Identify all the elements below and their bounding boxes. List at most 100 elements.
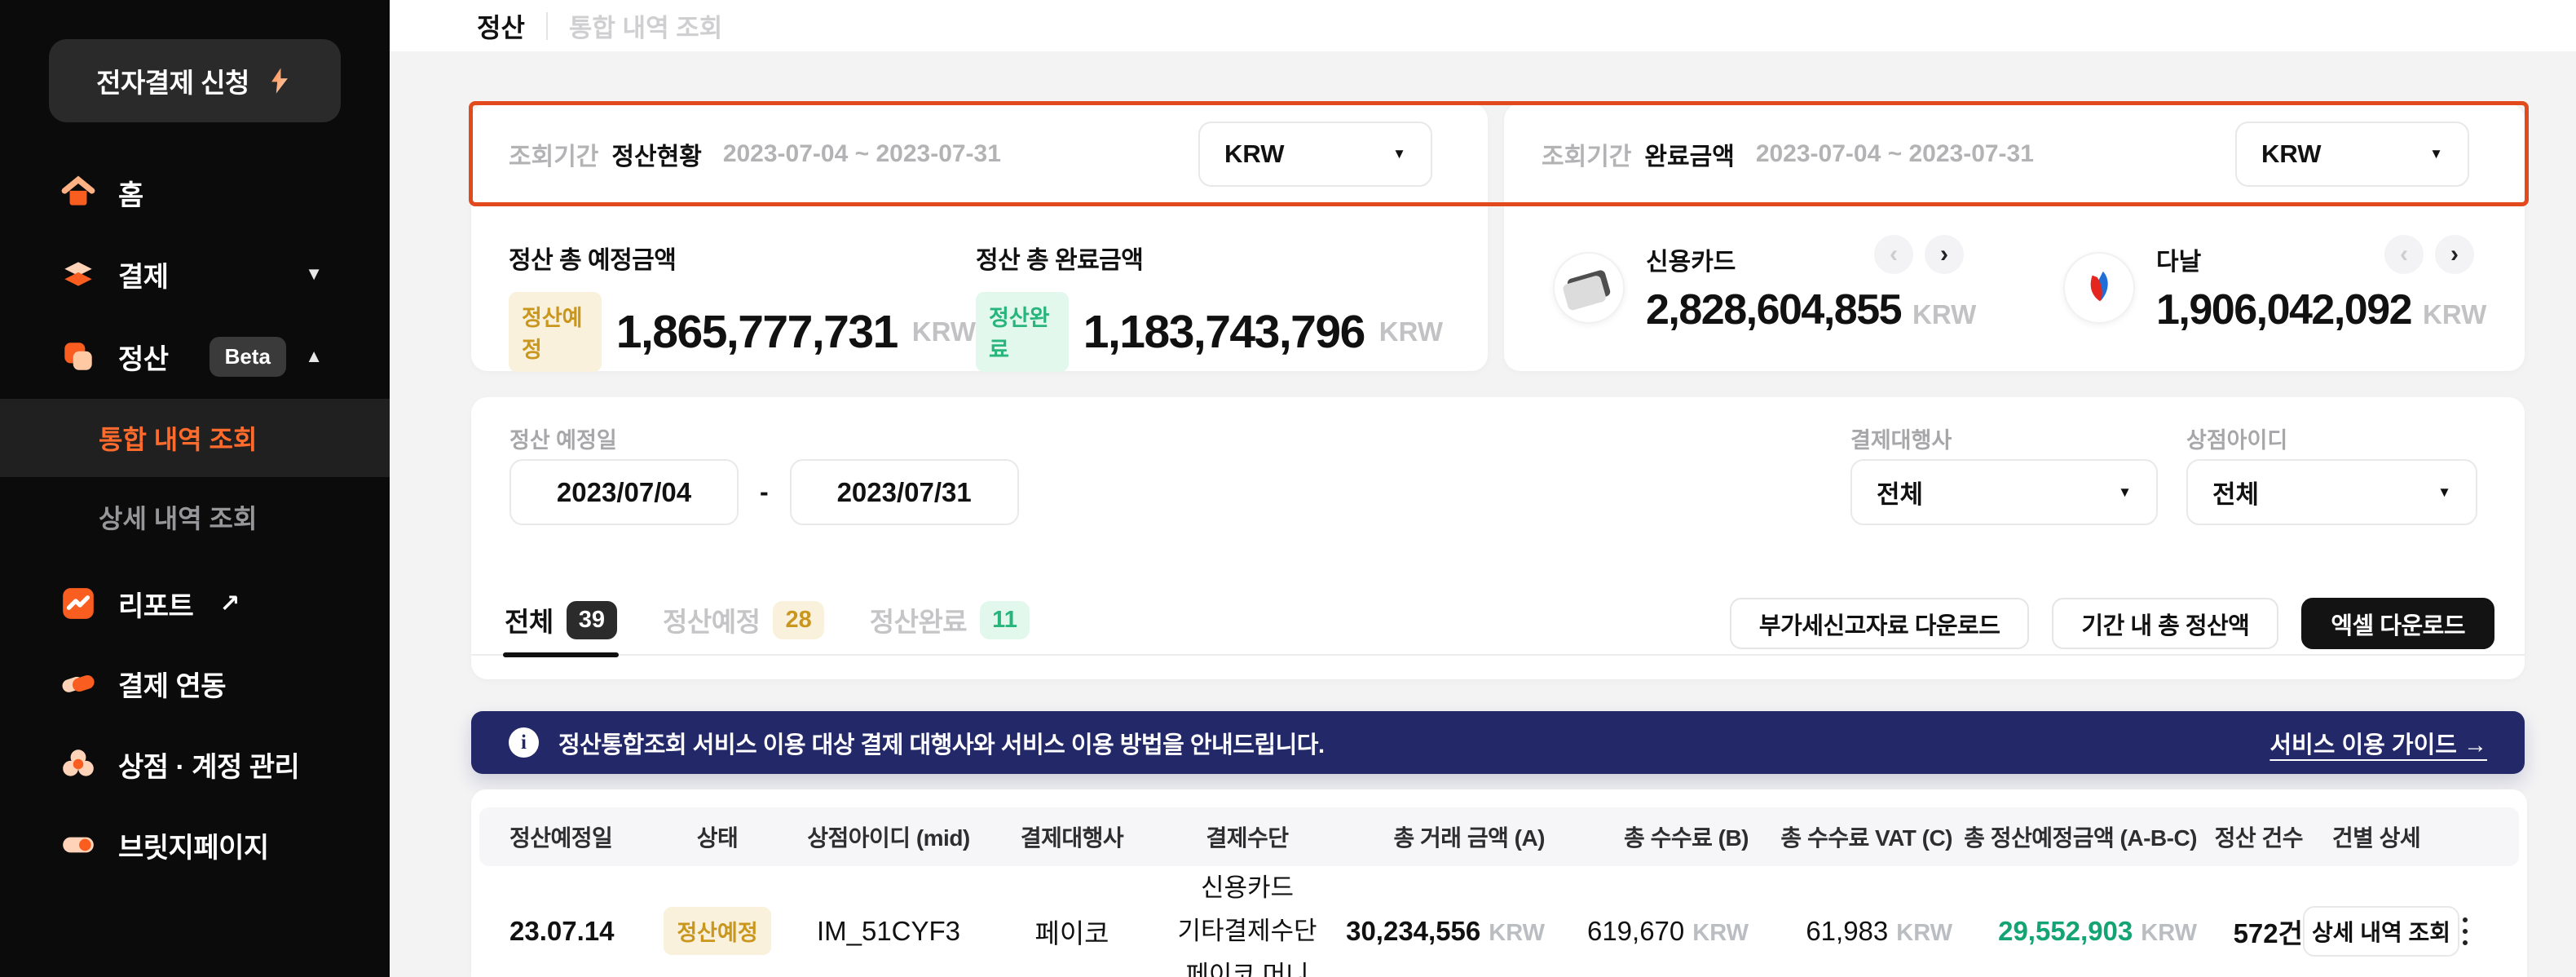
sidebar-item-label: 상점 · 계정 관리 <box>118 745 299 785</box>
sidebar-item-home[interactable]: 홈 <box>0 164 390 221</box>
col-header: 정산예정일 <box>509 820 648 853</box>
card-title: 완료금액 <box>1644 136 1734 172</box>
table-row: 23.07.14 정산예정 IM_51CYF3 페이코 신용카드 기타결제수단 … <box>479 866 2519 977</box>
tab-label: 정산예정 <box>663 600 760 639</box>
period-range: 2023-07-04 ~ 2023-07-31 <box>723 140 1001 168</box>
sidebar-item-label: 상세 내역 조회 <box>99 498 257 536</box>
vat-download-button[interactable]: 부가세신고자료 다운로드 <box>1730 598 2030 649</box>
cell-pg: 페이코 <box>990 912 1153 951</box>
epay-apply-button[interactable]: 전자결제 신청 <box>49 39 341 122</box>
service-guide-link[interactable]: 서비스 이용 가이드 → <box>2269 726 2487 760</box>
service-info-banner: i 정산통합조회 서비스 이용 대상 결제 대행사와 서비스 이용 방법을 안내… <box>471 711 2525 774</box>
caret-down-icon: ▼ <box>2437 484 2451 501</box>
chevron-up-icon: ▲ <box>305 346 323 367</box>
breadcrumb-section[interactable]: 정산 <box>477 7 525 45</box>
col-header: 총 수수료 VAT (C) <box>1749 820 1952 853</box>
row-menu-kebab-icon[interactable] <box>2450 913 2481 950</box>
credit-card-icon <box>1566 269 1611 306</box>
sidebar-item-bridgepage[interactable]: 브릿지페이지 <box>0 816 390 873</box>
status-tabs: 전체 39 정산예정 28 정산완료 11 <box>503 584 1031 656</box>
start-date-input[interactable]: 2023/07/04 <box>509 459 739 525</box>
breadcrumb-divider <box>546 12 548 40</box>
end-date-input[interactable]: 2023/07/31 <box>790 459 1019 525</box>
completed-amount-card: 조회기간 완료금액 2023-07-04 ~ 2023-07-31 KRW ▼ … <box>1504 104 2525 371</box>
caret-down-icon: ▼ <box>2429 146 2443 162</box>
currency-select[interactable]: KRW ▼ <box>2235 122 2469 187</box>
banner-message: 정산통합조회 서비스 이용 대상 결제 대행사와 서비스 이용 방법을 안내드립… <box>558 726 2250 760</box>
amount-value: 61,983 <box>1806 916 1888 947</box>
main-content: 정산 통합 내역 조회 조회기간 정산현황 2023-07-04 ~ 2023-… <box>390 0 2576 977</box>
sidebar-item-label: 통합 내역 조회 <box>99 419 257 457</box>
amount-value: 29,552,903 <box>1998 916 2133 947</box>
sidebar: 전자결제 신청 홈 결제 ▼ <box>0 0 390 977</box>
tab-label: 정산완료 <box>870 600 967 639</box>
app-root: 전자결제 신청 홈 결제 ▼ <box>0 0 2576 977</box>
sidebar-item-report[interactable]: 리포트 ↗ <box>0 575 390 632</box>
link-pills-icon <box>60 665 97 702</box>
sidebar-item-settlement[interactable]: 정산 Beta ▲ <box>0 328 390 385</box>
sidebar-item-integration[interactable]: 결제 연동 <box>0 655 390 712</box>
cell-count: 572건 <box>2197 912 2303 951</box>
method-line: 신용카드 <box>1153 866 1341 909</box>
col-header: 총 거래 금액 (A) <box>1341 820 1545 853</box>
amount-currency: KRW <box>1692 920 1749 947</box>
settlement-table-card: 정산예정일 상태 상점아이디 (mid) 결제대행사 결제수단 총 거래 금액 … <box>471 789 2527 977</box>
card-title: 정산현황 <box>611 136 701 172</box>
tab-count-badge: 39 <box>567 601 617 639</box>
slide-currency: KRW <box>2423 299 2486 330</box>
currency-value: KRW <box>1224 139 1284 169</box>
danal-logo-avatar <box>2063 252 2135 324</box>
amount-value: 619,670 <box>1587 916 1684 947</box>
cell-status: 정산예정 <box>648 907 787 955</box>
amount-currency: KRW <box>2141 920 2197 947</box>
tab-done[interactable]: 정산완료 11 <box>868 584 1031 656</box>
detail-view-button[interactable]: 상세 내역 조회 <box>2303 906 2459 957</box>
caret-down-icon: ▼ <box>2118 484 2132 501</box>
currency-select[interactable]: KRW ▼ <box>1198 122 1432 187</box>
period-total-button[interactable]: 기간 내 총 정산액 <box>2052 598 2278 649</box>
pg-select[interactable]: 전체 ▼ <box>1850 459 2158 525</box>
sidebar-item-integrated-history[interactable]: 통합 내역 조회 <box>0 399 390 477</box>
sidebar-item-label: 결제 <box>118 254 169 294</box>
breadcrumb-page: 통합 내역 조회 <box>569 7 722 44</box>
table-header-row: 정산예정일 상태 상점아이디 (mid) 결제대행사 결제수단 총 거래 금액 … <box>479 807 2519 866</box>
carousel-prev-button[interactable]: ‹ <box>1874 235 1913 274</box>
col-header: 상점아이디 (mid) <box>787 820 990 853</box>
pg-select-value: 전체 <box>1877 474 1923 511</box>
carousel-next-button[interactable]: › <box>2435 235 2474 274</box>
epay-apply-label: 전자결제 신청 <box>96 61 249 100</box>
mid-select-value: 전체 <box>2212 474 2259 511</box>
mid-select[interactable]: 전체 ▼ <box>2186 459 2477 525</box>
sidebar-item-label: 홈 <box>118 173 143 213</box>
completed-amount-card-header: 조회기간 완료금액 2023-07-04 ~ 2023-07-31 KRW ▼ <box>1504 104 2525 204</box>
status-badge: 정산예정 <box>664 907 770 955</box>
tab-count-badge: 28 <box>773 601 823 639</box>
status-badge: 정산예정 <box>509 292 602 372</box>
metric-amount: 1,865,777,731 <box>616 305 898 359</box>
credit-card-avatar <box>1553 252 1625 324</box>
carousel-next-button[interactable]: › <box>1925 235 1964 274</box>
cell-vat-c: 61,983 KRW <box>1749 916 1952 947</box>
sidebar-item-detail-history[interactable]: 상세 내역 조회 <box>0 488 390 546</box>
status-badge: 정산완료 <box>976 292 1069 372</box>
carousel-slide-danal: 다날 1,906,042,092 KRW ‹ › <box>2014 204 2525 371</box>
sidebar-item-payment[interactable]: 결제 ▼ <box>0 245 390 303</box>
tab-all[interactable]: 전체 39 <box>503 584 619 656</box>
sidebar-item-store-account[interactable]: 상점 · 계정 관리 <box>0 736 390 793</box>
currency-value: KRW <box>2261 139 2321 169</box>
amount-value: 30,234,556 <box>1346 916 1480 947</box>
cell-settlement-amount: 29,552,903 KRW <box>1952 916 2197 947</box>
date-range-picker: 2023/07/04 - 2023/07/31 <box>509 459 1019 525</box>
tab-pending[interactable]: 정산예정 28 <box>661 584 826 656</box>
excel-download-button[interactable]: 엑셀 다운로드 <box>2301 598 2494 649</box>
mid-filter-label: 상점아이디 <box>2186 422 2287 454</box>
col-header: 총 정산예정금액 (A-B-C) <box>1952 820 2197 853</box>
col-header: 결제대행사 <box>990 820 1153 853</box>
filter-card: 정산 예정일 2023/07/04 - 2023/07/31 결제대행사 전체 … <box>471 397 2525 679</box>
table-actions: 부가세신고자료 다운로드 기간 내 총 정산액 엑셀 다운로드 <box>1730 598 2494 649</box>
info-icon: i <box>509 727 539 758</box>
carousel-prev-button[interactable]: ‹ <box>2384 235 2424 274</box>
method-line: 페이코 머니 <box>1153 953 1341 977</box>
period-label: 조회기간 <box>509 136 598 172</box>
period-label: 조회기간 <box>1542 136 1631 172</box>
